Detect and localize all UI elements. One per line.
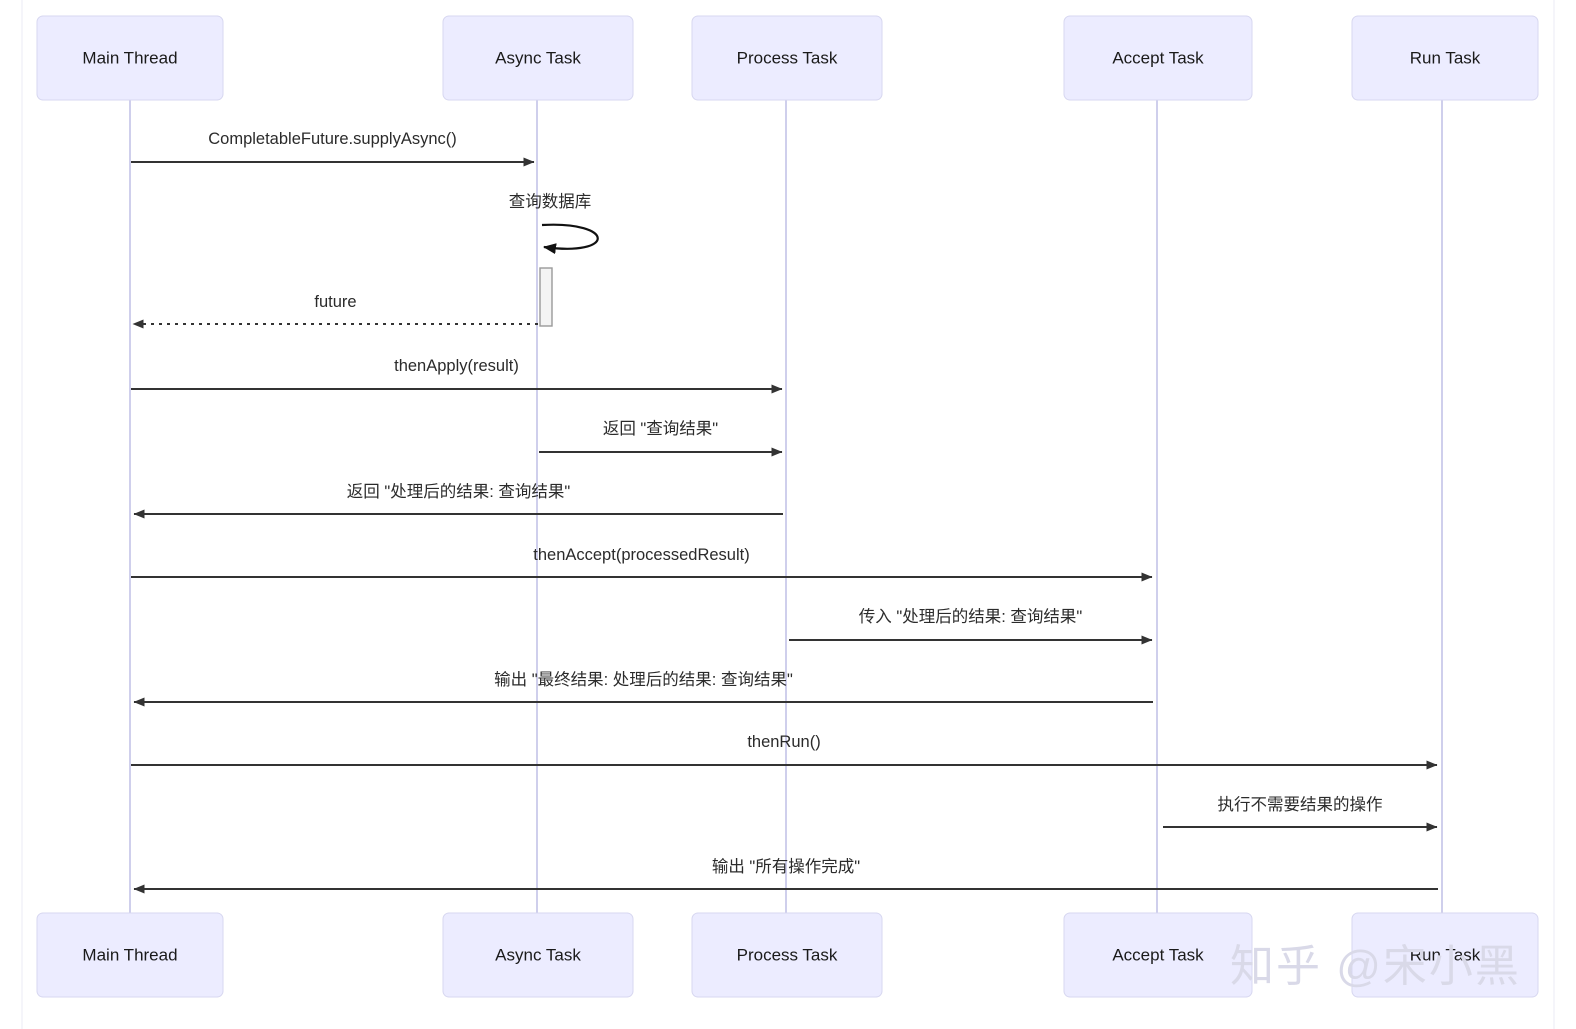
participant-footer-process[interactable]: Process Task [691,912,883,998]
message-3: future [132,293,538,329]
message-label: 查询数据库 [509,192,592,211]
participant-label: Main Thread [82,945,177,964]
message-label: 输出 "所有操作完成" [712,857,860,876]
participant-label: Run Task [1410,48,1481,67]
message-label: thenRun() [747,733,820,751]
participant-label: Async Task [495,945,581,964]
sequence-diagram-canvas: CompletableFuture.supplyAsync() 查询数据库 futu… [0,0,1576,1029]
sequence-diagram-svg: CompletableFuture.supplyAsync() 查询数据库 futu… [21,0,1555,1029]
participant-footer-group: Main Thread Async Task Process Task Accept … [36,912,1539,998]
message-6: 返回 "处理后的结果: 查询结果" [133,482,783,519]
participant-label: Main Thread [82,48,177,67]
participant-footer-run[interactable]: Run Task [1351,912,1539,998]
message-label: 返回 "查询结果" [603,419,718,438]
participant-label: Process Task [737,945,838,964]
participant-header-accept[interactable]: Accept Task [1063,15,1253,101]
participant-header-run[interactable]: Run Task [1351,15,1539,101]
activation-bar-async [539,267,553,327]
message-label: 输出 "最终结果: 处理后的结果: 查询结果" [494,670,793,689]
participant-label: Run Task [1410,945,1481,964]
message-2: 查询数据库 [509,192,599,255]
message-label: thenAccept(processedResult) [533,546,749,564]
participant-footer-async[interactable]: Async Task [442,912,634,998]
participant-label: Accept Task [1112,48,1204,67]
participant-header-async[interactable]: Async Task [442,15,634,101]
message-label: CompletableFuture.supplyAsync() [208,130,457,148]
message-label: 传入 "处理后的结果: 查询结果" [859,607,1083,626]
participant-label: Accept Task [1112,945,1204,964]
participant-label: Async Task [495,48,581,67]
message-4: thenApply(result) [131,357,783,394]
message-9: 输出 "最终结果: 处理后的结果: 查询结果" [133,670,1153,707]
message-label: 执行不需要结果的操作 [1218,795,1383,814]
message-7: thenAccept(processedResult) [131,546,1153,582]
participant-header-process[interactable]: Process Task [691,15,883,101]
participant-label: Process Task [737,48,838,67]
activations-group [539,267,553,327]
lifelines-group [129,100,1443,913]
participant-footer-main[interactable]: Main Thread [36,912,224,998]
messages-group: CompletableFuture.supplyAsync() 查询数据库 futu… [131,130,1438,894]
message-10: thenRun() [131,733,1438,770]
message-11: 执行不需要结果的操作 [1163,795,1438,832]
message-label: thenApply(result) [394,357,519,375]
participant-header-group: Main Thread Async Task Process Task Accept … [36,15,1539,101]
message-label: 返回 "处理后的结果: 查询结果" [347,482,571,501]
participant-footer-accept[interactable]: Accept Task [1063,912,1253,998]
message-5: 返回 "查询结果" [539,419,783,457]
self-loop-arrow [541,223,599,255]
participant-header-main[interactable]: Main Thread [36,15,224,101]
message-8: 传入 "处理后的结果: 查询结果" [789,607,1153,645]
message-label: future [314,293,356,311]
message-1: CompletableFuture.supplyAsync() [131,130,535,167]
